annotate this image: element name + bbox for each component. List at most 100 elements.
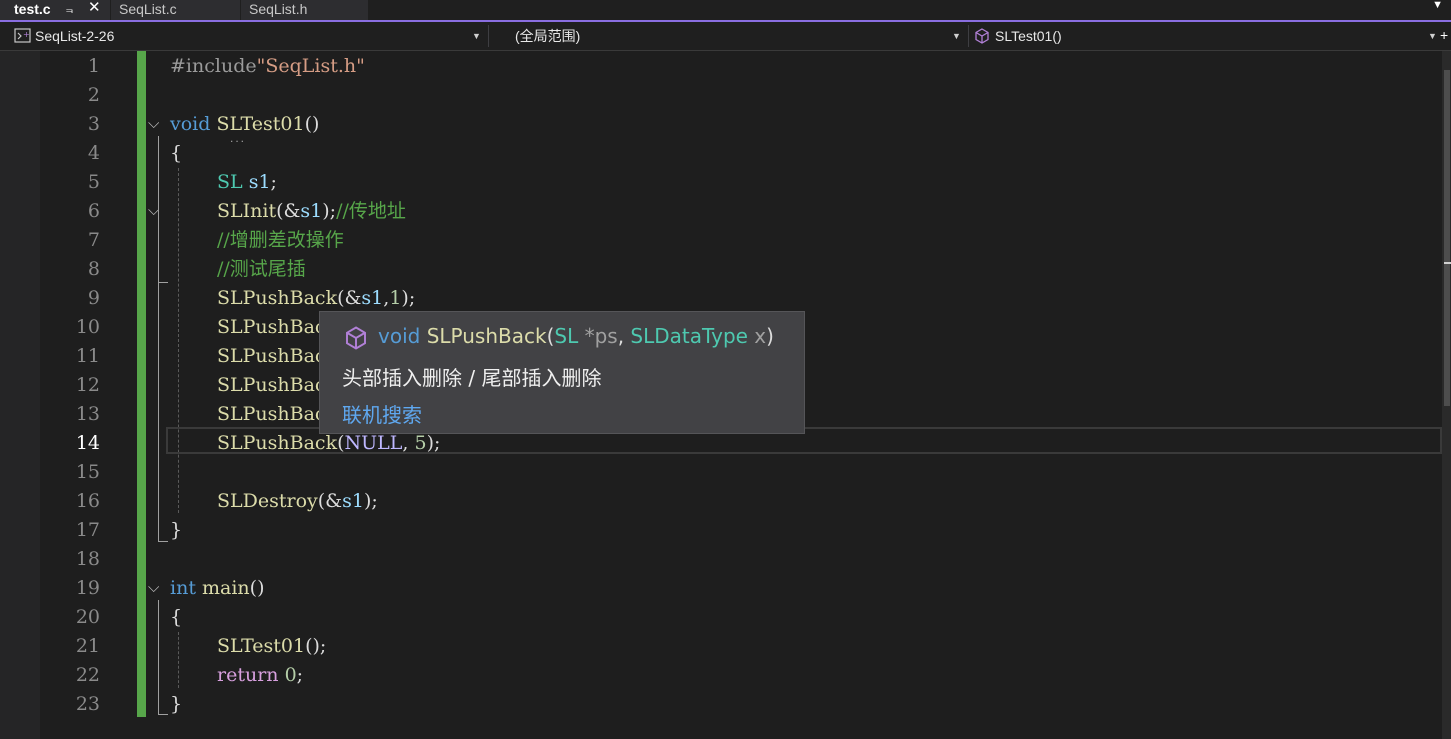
code-line-7[interactable]: //增删差改操作 — [217, 226, 344, 255]
split-window-plus-icon[interactable]: + — [1440, 27, 1449, 43]
line-number: 4 — [87, 142, 100, 164]
chevron-down-icon: ▼ — [952, 31, 961, 41]
number-literal: 0 — [284, 664, 297, 686]
tab-seqlist-c[interactable]: SeqList.c — [110, 0, 240, 20]
line-number: 2 — [87, 84, 100, 106]
punctuation: ) — [766, 324, 774, 348]
punctuation: , — [617, 324, 631, 348]
punctuation: ); — [363, 490, 378, 512]
collapse-chevron-icon[interactable]: ⌵ — [148, 578, 168, 596]
param-name: x — [747, 324, 767, 348]
code-line-8[interactable]: //测试尾插 — [217, 255, 306, 284]
navigation-bar: + SeqList-2-26 ▼ (全局范围) ▼ SLTest01() ▼ + — [0, 22, 1451, 51]
line-number: 21 — [75, 635, 100, 657]
document-tab-bar: test.c ⫬ ✕ SeqList.c SeqList.h ▼ — [0, 0, 1451, 20]
change-tracking-bar — [137, 51, 146, 717]
code-line-20[interactable]: { — [170, 603, 182, 632]
line-number: 20 — [75, 606, 100, 628]
brace: { — [170, 142, 183, 164]
project-label: SeqList-2-26 — [35, 28, 115, 44]
close-icon[interactable]: ✕ — [88, 0, 101, 17]
tab-seqlist-h[interactable]: SeqList.h — [240, 0, 368, 20]
line-number: 7 — [87, 229, 100, 251]
include-path: "SeqList.h" — [256, 55, 365, 77]
collapse-chevron-icon[interactable]: ⌵ — [148, 114, 168, 132]
function-name: SLPushBack — [426, 324, 547, 348]
keyword: return — [217, 664, 279, 686]
variable: s1 — [248, 171, 271, 193]
code-line-22[interactable]: return 0; — [217, 661, 303, 690]
keyword: int — [170, 577, 196, 599]
line-number: 1 — [87, 55, 100, 77]
tab-label: SeqList.c — [119, 1, 177, 17]
outline-bracket-end — [158, 282, 168, 283]
method-cube-icon — [975, 28, 989, 44]
online-search-link[interactable]: 联机搜索 — [342, 399, 422, 428]
code-line-4[interactable]: { — [170, 139, 182, 168]
code-line-19[interactable]: int main() — [170, 574, 265, 603]
tab-label: test.c — [14, 1, 51, 17]
outline-bracket — [158, 222, 159, 282]
line-number: 3 — [87, 113, 100, 135]
punctuation: (& — [337, 287, 362, 309]
line-number-current: 14 — [75, 432, 100, 454]
line-number: 15 — [75, 461, 100, 483]
member-dropdown[interactable]: SLTest01() ▼ — [970, 25, 1442, 47]
variable: s1 — [300, 200, 323, 222]
function-call: SLTest01 — [217, 635, 306, 657]
indent-guide — [178, 168, 179, 513]
param-type: SLDataType — [630, 324, 748, 348]
brace: } — [170, 693, 183, 715]
macro: NULL — [344, 432, 403, 454]
glyph-margin[interactable] — [0, 51, 40, 739]
punctuation: , — [402, 432, 415, 454]
outline-bracket-end — [158, 714, 168, 715]
scrollbar-thumb[interactable] — [1444, 70, 1450, 406]
code-line-21[interactable]: SLTest01(); — [217, 632, 326, 661]
line-number: 8 — [87, 258, 100, 280]
brace: } — [170, 519, 183, 541]
punctuation: ; — [270, 171, 277, 193]
line-number: 10 — [75, 316, 100, 338]
code-line-17[interactable]: } — [170, 516, 182, 545]
line-number: 13 — [75, 403, 100, 425]
project-dropdown[interactable]: + SeqList-2-26 ▼ — [10, 25, 486, 47]
tab-test-c[interactable]: test.c ⫬ ✕ — [0, 0, 110, 20]
variable: s1 — [342, 490, 364, 512]
preprocessor-directive: #include — [170, 55, 257, 77]
punctuation: ); — [322, 200, 337, 222]
param-type: SL — [554, 324, 579, 348]
divider — [488, 25, 489, 47]
punctuation: (& — [317, 490, 343, 512]
punctuation: ); — [426, 432, 441, 454]
code-line-5[interactable]: SL s1; — [217, 168, 277, 197]
number-literal: 1 — [389, 287, 402, 309]
pin-icon[interactable]: ⫬ — [66, 0, 73, 18]
punctuation: ); — [401, 287, 416, 309]
chevron-down-icon: ▼ — [1428, 31, 1437, 41]
line-number: 18 — [75, 548, 100, 570]
line-number: 17 — [75, 519, 100, 541]
code-line-6[interactable]: SLInit(&s1);//传地址 — [217, 197, 406, 226]
punctuation: () — [249, 577, 265, 599]
code-line-23[interactable]: } — [170, 690, 182, 719]
divider — [968, 25, 969, 47]
code-line-16[interactable]: SLDestroy(&s1); — [217, 487, 378, 516]
scope-dropdown[interactable]: (全局范围) ▼ — [490, 25, 966, 47]
number-literal: 5 — [414, 432, 427, 454]
return-type: void — [378, 324, 421, 348]
line-number: 6 — [87, 200, 100, 222]
line-number: 5 — [87, 171, 100, 193]
svg-text:+: + — [23, 30, 30, 39]
tab-overflow-dropdown-icon[interactable]: ▼ — [1432, 0, 1443, 11]
line-number: 12 — [75, 374, 100, 396]
line-number: 9 — [87, 287, 100, 309]
brace: { — [170, 606, 183, 628]
outline-bracket — [158, 136, 159, 542]
scope-label: (全局范围) — [515, 28, 581, 44]
member-label: SLTest01() — [995, 28, 1062, 44]
code-line-9[interactable]: SLPushBack(&s1,1); — [217, 284, 415, 313]
function-name: main — [202, 577, 250, 599]
code-line-1[interactable]: #include"SeqList.h" — [170, 52, 365, 81]
punctuation: (& — [276, 200, 301, 222]
